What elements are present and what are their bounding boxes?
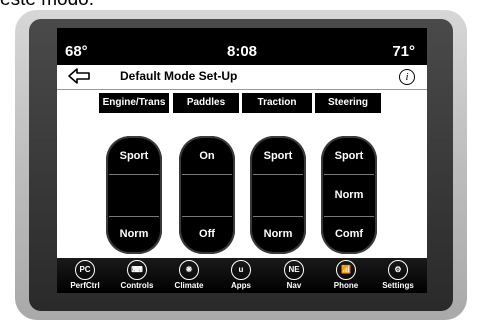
nav-climate[interactable]: ❋ Climate bbox=[164, 258, 214, 293]
title-bar: Default Mode Set-Up i bbox=[57, 65, 427, 90]
option-top[interactable]: Sport bbox=[106, 150, 162, 162]
info-icon[interactable]: i bbox=[399, 69, 415, 85]
nav-apps[interactable]: u Apps bbox=[216, 258, 266, 293]
engine-trans-selector[interactable]: Sport Norm bbox=[106, 136, 162, 254]
back-arrow-icon[interactable] bbox=[67, 67, 91, 85]
perfctrl-icon: PC bbox=[75, 260, 95, 280]
paddles-selector[interactable]: On Off bbox=[179, 136, 235, 254]
column-header-engine-trans: Engine/Trans bbox=[99, 93, 169, 113]
page-title: Default Mode Set-Up bbox=[120, 69, 238, 83]
option-top[interactable]: On bbox=[179, 150, 235, 162]
option-bottom[interactable]: Comf bbox=[321, 228, 377, 240]
controls-icon: ⌨ bbox=[127, 260, 147, 280]
apps-icon: u bbox=[231, 260, 251, 280]
steering-selector[interactable]: Sport Norm Comf bbox=[321, 136, 377, 254]
column-header-traction: Traction bbox=[242, 93, 312, 113]
phone-icon: 📶 bbox=[336, 260, 356, 280]
nav-label: Phone bbox=[333, 281, 359, 290]
option-bottom[interactable]: Norm bbox=[250, 228, 306, 240]
option-top[interactable]: Sport bbox=[321, 150, 377, 162]
divider bbox=[253, 216, 303, 217]
mode-settings-panel: Engine/Trans Paddles Traction Steering S… bbox=[57, 90, 427, 258]
nav-controls[interactable]: ⌨ Controls bbox=[112, 258, 162, 293]
screen: 68° 8:08 71° Default Mode Set-Up i Engin… bbox=[57, 28, 427, 293]
option-top[interactable]: Sport bbox=[250, 150, 306, 162]
nav-settings[interactable]: ⚙ Settings bbox=[373, 258, 423, 293]
nav-perfctrl[interactable]: PC PerfCtrl bbox=[60, 258, 110, 293]
column-header-paddles: Paddles bbox=[173, 93, 239, 113]
divider bbox=[109, 174, 159, 175]
nav-nav[interactable]: NE Nav bbox=[269, 258, 319, 293]
climate-icon: ❋ bbox=[179, 260, 199, 280]
bottom-nav-bar: PC PerfCtrl ⌨ Controls ❋ Climate u Apps … bbox=[57, 258, 427, 293]
clock: 8:08 bbox=[226, 43, 258, 60]
settings-icon: ⚙ bbox=[388, 260, 408, 280]
nav-label: Controls bbox=[120, 281, 154, 290]
caption-text: este modo. bbox=[0, 0, 94, 9]
option-middle[interactable]: Norm bbox=[321, 189, 377, 201]
divider bbox=[253, 174, 303, 175]
divider bbox=[324, 174, 374, 175]
nav-label: Settings bbox=[382, 281, 414, 290]
traction-selector[interactable]: Sport Norm bbox=[250, 136, 306, 254]
column-header-steering: Steering bbox=[315, 93, 381, 113]
nav-label: Nav bbox=[286, 281, 302, 290]
divider bbox=[182, 174, 232, 175]
divider bbox=[182, 216, 232, 217]
outside-temp-right: 71° bbox=[392, 43, 415, 60]
nav-label: Apps bbox=[231, 281, 251, 290]
nav-phone[interactable]: 📶 Phone bbox=[321, 258, 371, 293]
nav-label: PerfCtrl bbox=[70, 281, 100, 290]
status-bar: 68° 8:08 71° bbox=[57, 28, 427, 64]
option-bottom[interactable]: Norm bbox=[106, 228, 162, 240]
nav-icon: NE bbox=[284, 260, 304, 280]
nav-label: Climate bbox=[174, 281, 204, 290]
divider bbox=[324, 216, 374, 217]
divider bbox=[109, 216, 159, 217]
option-bottom[interactable]: Off bbox=[179, 228, 235, 240]
